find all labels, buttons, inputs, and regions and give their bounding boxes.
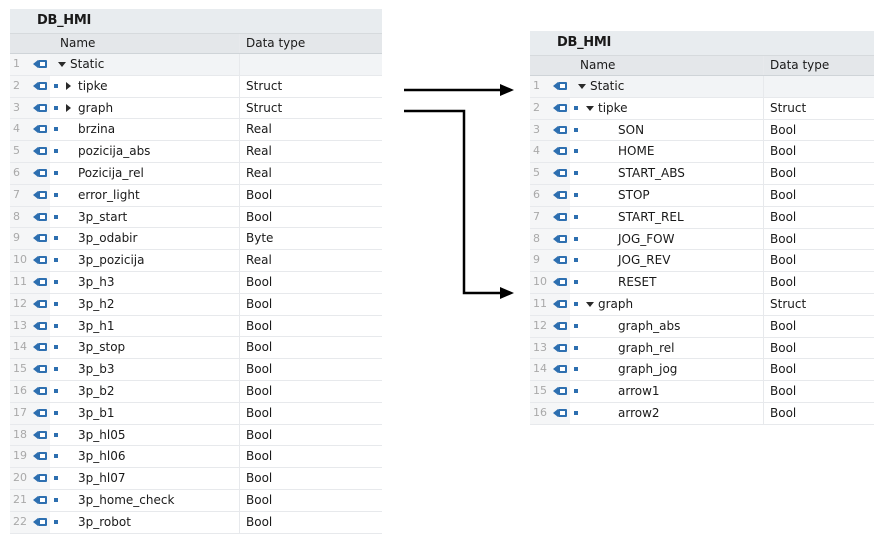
member-bullet-icon	[54, 519, 58, 524]
connector-arrows	[404, 84, 514, 299]
db-member-icon	[33, 517, 47, 526]
arrow-tipke	[404, 84, 514, 96]
arrow-graph	[404, 109, 514, 299]
